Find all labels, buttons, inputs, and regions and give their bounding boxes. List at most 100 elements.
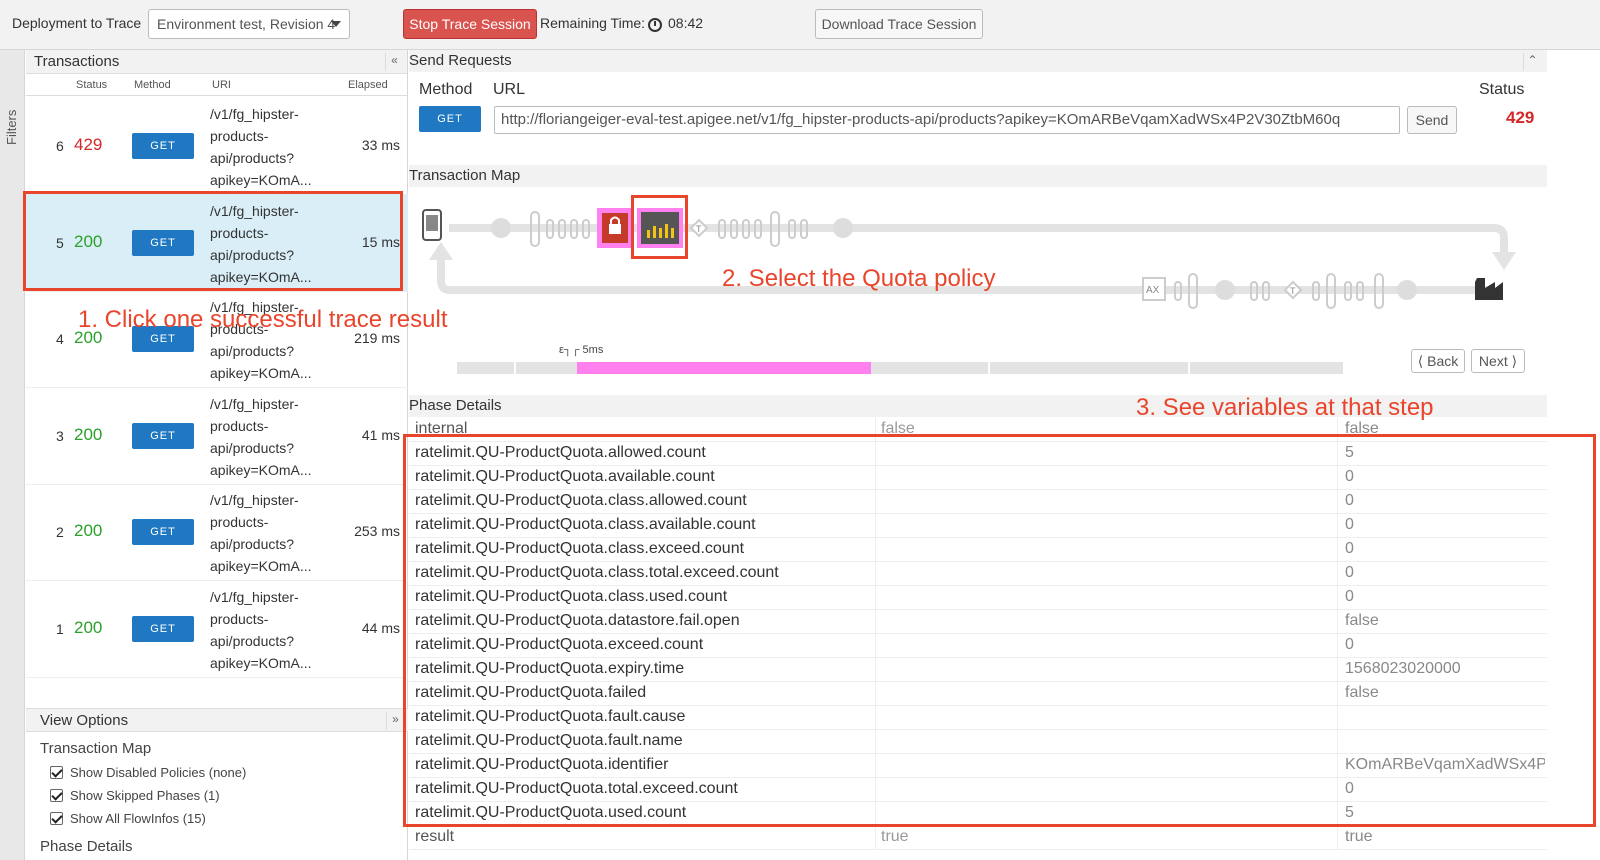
uri-line: api/products?: [210, 150, 295, 166]
uri-line: api/products?: [210, 536, 295, 552]
response-status: 429: [1506, 108, 1535, 127]
transaction-index: 4: [56, 331, 64, 347]
uri-line: api/products?: [210, 439, 295, 456]
transaction-uri: /v1/fg_hipster-products-api/products? api…: [210, 489, 330, 577]
deployment-dropdown[interactable]: Environment test, Revision 4: [148, 9, 350, 39]
annotation-step-2: 2. Select the Quota policy: [722, 265, 996, 292]
transaction-elapsed: 44 ms: [361, 619, 400, 636]
transaction-row[interactable]: 2 200 GET/v1/fg_hipster-products-api/produ…: [26, 483, 408, 581]
view-option-item[interactable]: Show All FlowInfos (15): [26, 807, 408, 830]
deployment-label: Deployment to Trace: [12, 15, 142, 31]
backend-factory-icon: [1475, 278, 1503, 300]
back-button[interactable]: ⟨ Back: [1411, 349, 1465, 373]
col-status[interactable]: Status: [76, 79, 107, 91]
col-method[interactable]: Method: [134, 79, 171, 91]
view-options: View Options » Transaction Map Show Disa…: [26, 708, 408, 860]
checkbox-checked-icon[interactable]: [50, 789, 63, 802]
view-option-item[interactable]: Show Disabled Policies (none): [26, 761, 408, 784]
col-uri[interactable]: URI: [212, 79, 231, 91]
next-button[interactable]: Next ⟩: [1471, 349, 1525, 373]
transaction-row[interactable]: 1 200 GET/v1/fg_hipster-products-api/produ…: [26, 580, 408, 678]
stop-trace-button[interactable]: Stop Trace Session: [403, 9, 537, 39]
transactions-header: Transactions «: [26, 50, 407, 74]
deployment-value: Environment test, Revision 4: [157, 16, 336, 32]
uri-line: api/products?: [210, 343, 295, 359]
method-label: Method: [419, 81, 473, 98]
view-options-header[interactable]: View Options »: [26, 708, 408, 732]
method-get-button[interactable]: GET: [419, 106, 481, 132]
annotation-step-1: 1. Click one successful trace result: [78, 306, 448, 333]
annotation-box-1: [23, 191, 403, 291]
transactions-columns: Status Method URI Elapsed: [26, 74, 407, 96]
annotation-box-2: [631, 195, 688, 259]
arrow-up-icon: [429, 242, 453, 260]
uri-line: apikey=KOmA...: [210, 461, 312, 478]
phase-variable-row[interactable]: result true true: [409, 826, 1547, 850]
download-trace-button[interactable]: Download Trace Session: [815, 9, 983, 39]
view-option-label: Show Skipped Phases (1): [70, 788, 220, 803]
transaction-index: 3: [56, 427, 64, 444]
clock-icon: [648, 18, 662, 32]
transaction-status: 200: [74, 521, 103, 540]
annotation-step-3: 3. See variables at that step: [1136, 394, 1434, 421]
transactions-panel: Transactions « Status Method URI Elapsed…: [26, 50, 408, 860]
collapse-left-icon[interactable]: «: [385, 53, 403, 71]
expand-icon[interactable]: »: [386, 712, 404, 730]
transaction-status: 200: [74, 617, 103, 637]
transaction-status: 200: [74, 424, 103, 444]
transaction-elapsed: 33 ms: [361, 137, 400, 153]
transaction-status: 429: [74, 135, 103, 154]
send-button[interactable]: Send: [1407, 106, 1457, 134]
transaction-uri: /v1/fg_hipster-products-api/products? api…: [210, 586, 330, 674]
transaction-elapsed: 41 ms: [361, 426, 400, 443]
collapse-up-icon[interactable]: ⌃: [1523, 53, 1541, 71]
lock-icon: [609, 224, 621, 234]
timeline-label: ε┐┌ 5ms: [559, 344, 604, 357]
transaction-elapsed: 253 ms: [354, 523, 400, 539]
uri-line: /v1/fg_hipster-: [210, 106, 299, 122]
phase-details-title: Phase Details: [409, 397, 502, 414]
remaining-time-label: Remaining Time:: [540, 15, 646, 31]
transaction-row[interactable]: 6 429 GET/v1/fg_hipster-products-api/produ…: [26, 97, 408, 195]
transaction-method: GET: [132, 519, 194, 545]
timeline-selected-span: [577, 362, 871, 374]
uri-line: /v1/fg_hipster-: [210, 395, 299, 412]
transaction-uri: /v1/fg_hipster-products-api/products? api…: [210, 393, 330, 481]
uri-line: products-: [210, 417, 269, 434]
transaction-index: 1: [56, 620, 64, 637]
uri-line: apikey=KOmA...: [210, 558, 312, 574]
filters-tab[interactable]: Filters: [0, 50, 25, 860]
remaining-time-value: 08:42: [668, 15, 704, 31]
top-toolbar: Deployment to Trace Environment test, Re…: [0, 0, 1600, 50]
view-options-phase-section: Phase Details: [40, 838, 133, 855]
transaction-index: 6: [56, 138, 64, 154]
view-option-item[interactable]: Show Skipped Phases (1): [26, 784, 408, 807]
uri-line: products-: [210, 128, 269, 144]
node-t-label-2: T: [1290, 286, 1296, 296]
uri-line: apikey=KOmA...: [210, 365, 312, 381]
view-option-label: Show All FlowInfos (15): [70, 811, 206, 826]
checkbox-checked-icon[interactable]: [50, 812, 63, 825]
transaction-method: GET: [132, 422, 194, 449]
uri-line: /v1/fg_hipster-: [210, 588, 299, 605]
transaction-index: 2: [56, 524, 64, 540]
arrow-down-icon: [1492, 252, 1516, 270]
send-requests-title: Send Requests: [409, 52, 512, 69]
checkbox-checked-icon[interactable]: [50, 766, 63, 779]
transaction-map-header: Transaction Map: [409, 165, 1547, 187]
uri-line: apikey=KOmA...: [210, 654, 312, 671]
uri-line: products-: [210, 610, 269, 627]
chevron-down-icon: [331, 21, 341, 27]
col-elapsed[interactable]: Elapsed: [348, 79, 388, 91]
view-options-title: View Options: [40, 712, 129, 729]
node-t-label: T: [696, 224, 702, 234]
filters-label: Filters: [4, 109, 19, 145]
variable-value: true: [1345, 828, 1373, 845]
url-input[interactable]: http://floriangeiger-eval-test.apigee.ne…: [494, 106, 1400, 134]
uri-line: products-: [210, 514, 269, 530]
transaction-row[interactable]: 3 200 GET/v1/fg_hipster-products-api/produ…: [26, 387, 408, 485]
transactions-title: Transactions: [34, 53, 120, 70]
transaction-row[interactable]: 4 200 GET/v1/fg_hipster-products-api/produ…: [26, 290, 408, 388]
url-label: URL: [493, 81, 526, 98]
status-label: Status: [1479, 81, 1525, 98]
